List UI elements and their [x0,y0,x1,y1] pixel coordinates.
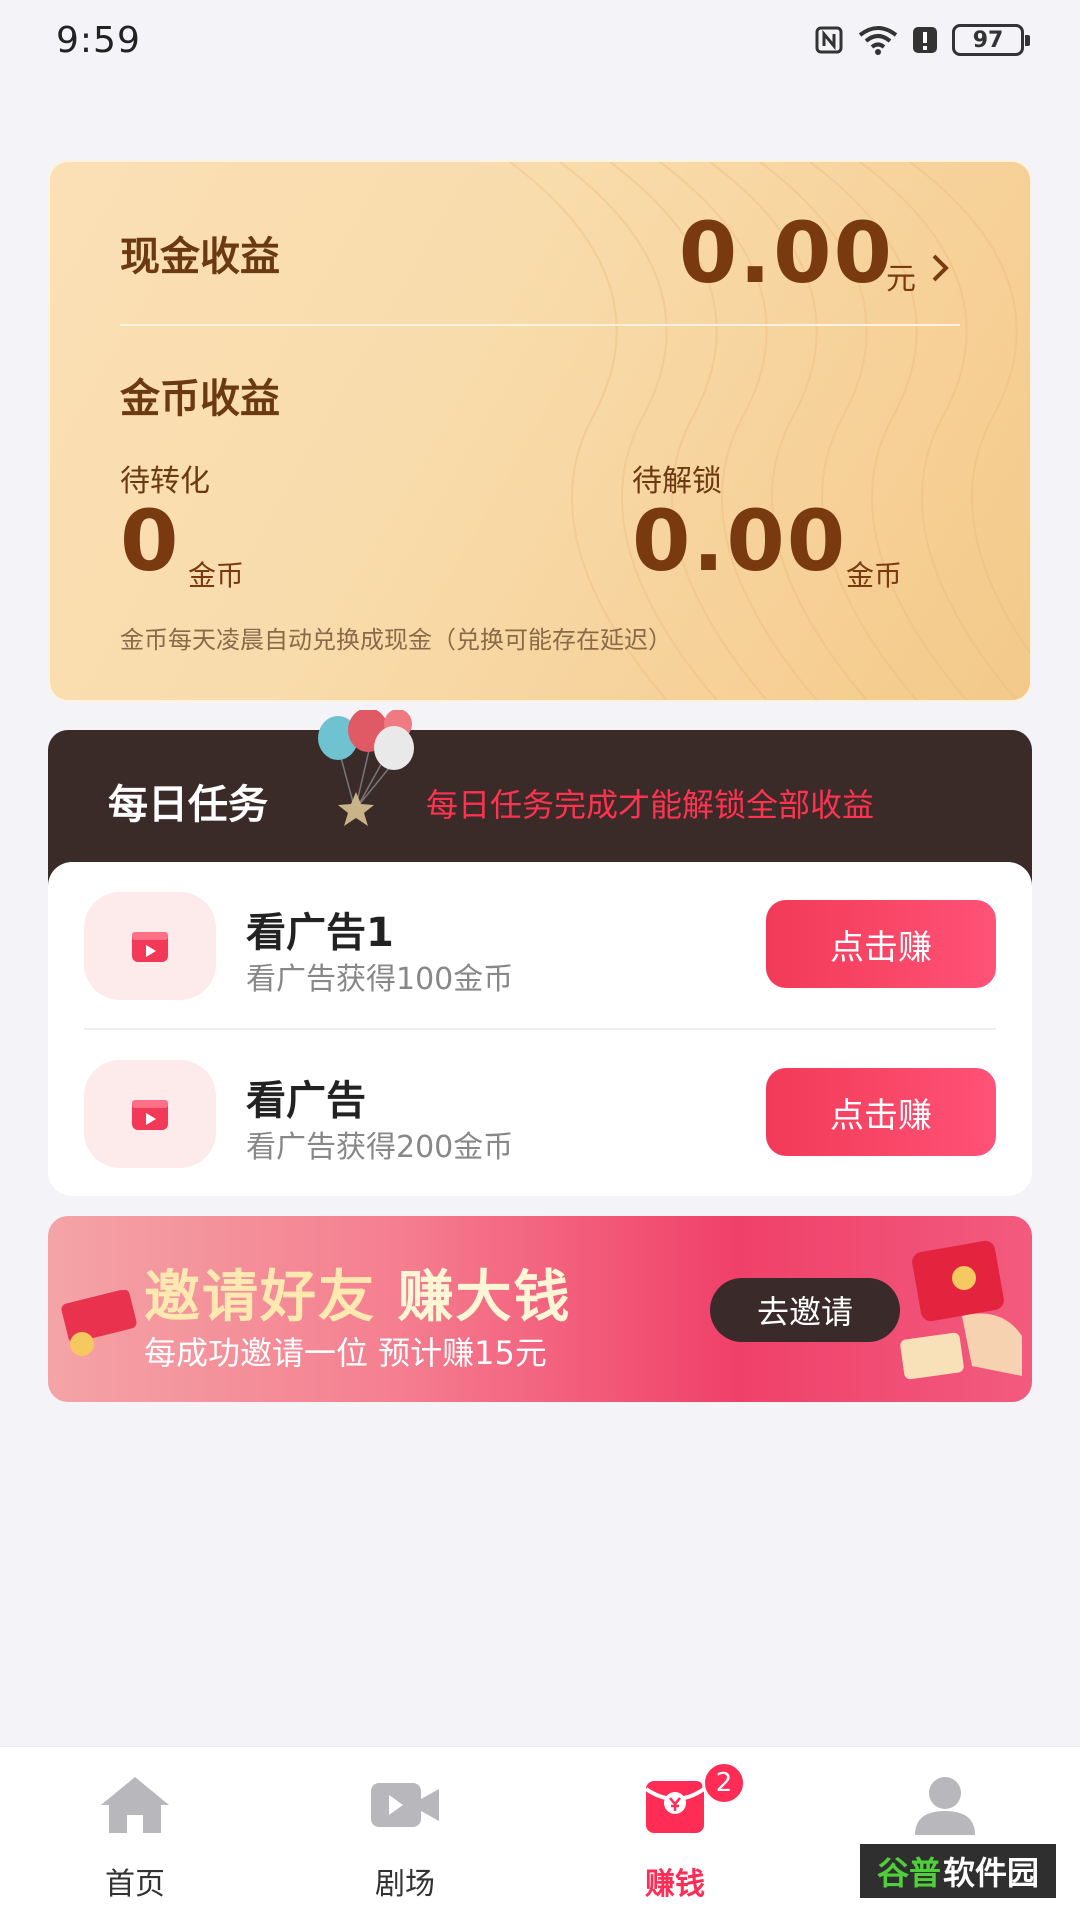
earn-button[interactable]: 点击赚 [766,1068,996,1156]
daily-tasks-hint: 每日任务完成才能解锁全部收益 [426,786,875,824]
video-clapper-icon [132,1100,168,1130]
task-item: 看广告 看广告获得200金币 点击赚 [48,1030,1032,1198]
coins-decoration-icon [61,1290,137,1356]
invite-button[interactable]: 去邀请 [710,1278,900,1342]
status-icons: 97 [814,24,1030,56]
red-envelope-icon [644,1781,706,1833]
unlock-value: 0.00 [632,492,848,590]
user-icon [915,1777,975,1835]
tab-label: 剧场 [375,1867,435,1902]
chevron-right-icon[interactable] [930,252,952,288]
nfc-icon [814,25,844,55]
task-icon-container [84,892,216,1000]
notification-badge: 2 [702,1761,746,1805]
task-item: 看广告1 看广告获得100金币 点击赚 [48,862,1032,1030]
tab-home[interactable]: 首页 [0,1747,270,1920]
task-list: 看广告1 看广告获得100金币 点击赚 看广告 看广告获得200金币 点击赚 [48,862,1032,1196]
video-clapper-icon [132,932,168,962]
tab-label: 首页 [105,1867,165,1902]
earn-page: 9:59 97 现金收益 0.00 元 金币收益 待转化 0 金币 待解锁 0.… [0,0,1080,1920]
watermark-text-a: 谷普 [876,1854,941,1892]
invite-title-a: 邀请好友 [144,1265,376,1330]
cash-unit: 元 [886,262,916,297]
exchange-note: 金币每天凌晨自动兑换成现金（兑换可能存在延迟） [120,626,672,654]
daily-tasks-title: 每日任务 [108,782,268,828]
invite-subtitle: 每成功邀请一位 预计赚15元 [144,1334,547,1372]
video-camera-icon [371,1783,439,1827]
invite-banner[interactable]: 邀请好友 赚大钱 每成功邀请一位 预计赚15元 去邀请 [48,1216,1032,1402]
home-icon [101,1777,169,1833]
watermark-text-b: 软件园 [943,1854,1040,1892]
wifi-icon [858,25,898,55]
earnings-card: 现金收益 0.00 元 金币收益 待转化 0 金币 待解锁 0.00 金币 金币… [48,160,1032,702]
task-subtitle: 看广告获得100金币 [246,962,514,997]
unlock-unit: 金币 [846,559,903,592]
battery-icon: 97 [952,24,1030,56]
red-envelope-hand-icon [900,1240,1022,1380]
task-title: 看广告 [246,1078,366,1124]
task-subtitle: 看广告获得200金币 [246,1130,514,1165]
earn-button[interactable]: 点击赚 [766,900,996,988]
watermark-logo: 谷普 软件园 [858,1842,1058,1900]
tab-theater[interactable]: 剧场 [270,1747,540,1920]
task-icon-container [84,1060,216,1168]
cash-earnings-value[interactable]: 0.00 [679,204,894,302]
invite-title-b: 赚大钱 [397,1265,572,1330]
tab-earn[interactable]: 2 赚钱 [540,1747,810,1920]
alert-icon [912,25,938,55]
invite-title: 邀请好友 赚大钱 [144,1252,572,1333]
balloons-icon [318,710,414,826]
battery-level: 97 [972,27,1004,53]
status-bar: 9:59 97 [0,0,1080,90]
pending-value: 0 [120,492,179,590]
coin-earnings-label: 金币收益 [120,376,280,422]
tab-label: 赚钱 [645,1867,705,1902]
pending-unit: 金币 [188,559,245,592]
card-divider [120,324,960,326]
status-time: 9:59 [56,20,141,61]
cash-earnings-label: 现金收益 [120,234,280,280]
task-title: 看广告1 [246,910,394,956]
